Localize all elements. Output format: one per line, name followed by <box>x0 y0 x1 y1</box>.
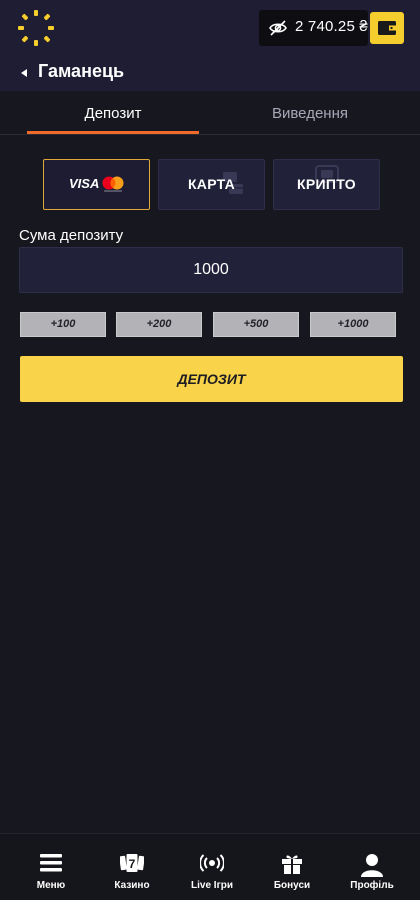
payment-method-card[interactable]: КАРТА <box>158 159 265 210</box>
nav-item-bonuses[interactable]: Бонуси <box>250 833 334 900</box>
amount-input[interactable] <box>19 247 403 293</box>
nav-label-casino: Казино <box>114 880 150 891</box>
slot-machine-icon: 7 <box>120 854 144 872</box>
payment-method-crypto[interactable]: КРИПТО <box>273 159 380 210</box>
quick-amount-1000-button[interactable]: +1000 <box>310 312 396 337</box>
wallet-button[interactable] <box>370 12 404 44</box>
tab-deposit[interactable]: Депозит <box>27 91 199 134</box>
nav-label-profile: Профіль <box>350 880 394 891</box>
tab-divider <box>0 134 420 135</box>
quick-amount-500-button[interactable]: +500 <box>213 312 299 337</box>
nav-item-live-games[interactable]: Live Ігри <box>170 833 254 900</box>
mastercard-icon <box>102 176 124 192</box>
eye-off-icon[interactable] <box>268 19 288 37</box>
crypto-label: КРИПТО <box>297 176 356 192</box>
wallet-screen: 2 740.25 ₴ Гаманець Депозит Виведення VI… <box>0 0 420 900</box>
balance-amount: 2 740.25 ₴ <box>295 18 368 35</box>
caret-left-icon[interactable] <box>19 68 29 78</box>
menu-icon <box>40 854 62 872</box>
nav-item-profile[interactable]: Профіль <box>330 833 414 900</box>
payment-method-visa-mastercard[interactable]: VISA <box>43 159 150 210</box>
svg-text:7: 7 <box>129 857 136 871</box>
nav-item-menu[interactable]: Меню <box>9 833 93 900</box>
page-title: Гаманець <box>38 61 125 81</box>
tab-withdraw[interactable]: Виведення <box>220 91 400 134</box>
card-label: КАРТА <box>187 176 236 192</box>
nav-label-bonuses: Бонуси <box>273 880 311 891</box>
wallet-icon <box>378 21 396 35</box>
visa-label: VISA <box>69 176 100 191</box>
gift-icon <box>282 855 302 874</box>
nav-label-live-games: Live Ігри <box>191 880 233 891</box>
user-icon <box>361 854 383 877</box>
nav-item-casino[interactable]: 7 Казино <box>90 833 174 900</box>
broadcast-icon <box>200 854 224 872</box>
nav-label-menu: Меню <box>36 880 66 891</box>
sunburst-logo[interactable] <box>17 9 55 47</box>
quick-amount-200-button[interactable]: +200 <box>116 312 202 337</box>
quick-amount-100-button[interactable]: +100 <box>20 312 106 337</box>
deposit-button[interactable]: ДЕПОЗИТ <box>20 356 403 402</box>
amount-label: Сума депозиту <box>19 227 124 244</box>
